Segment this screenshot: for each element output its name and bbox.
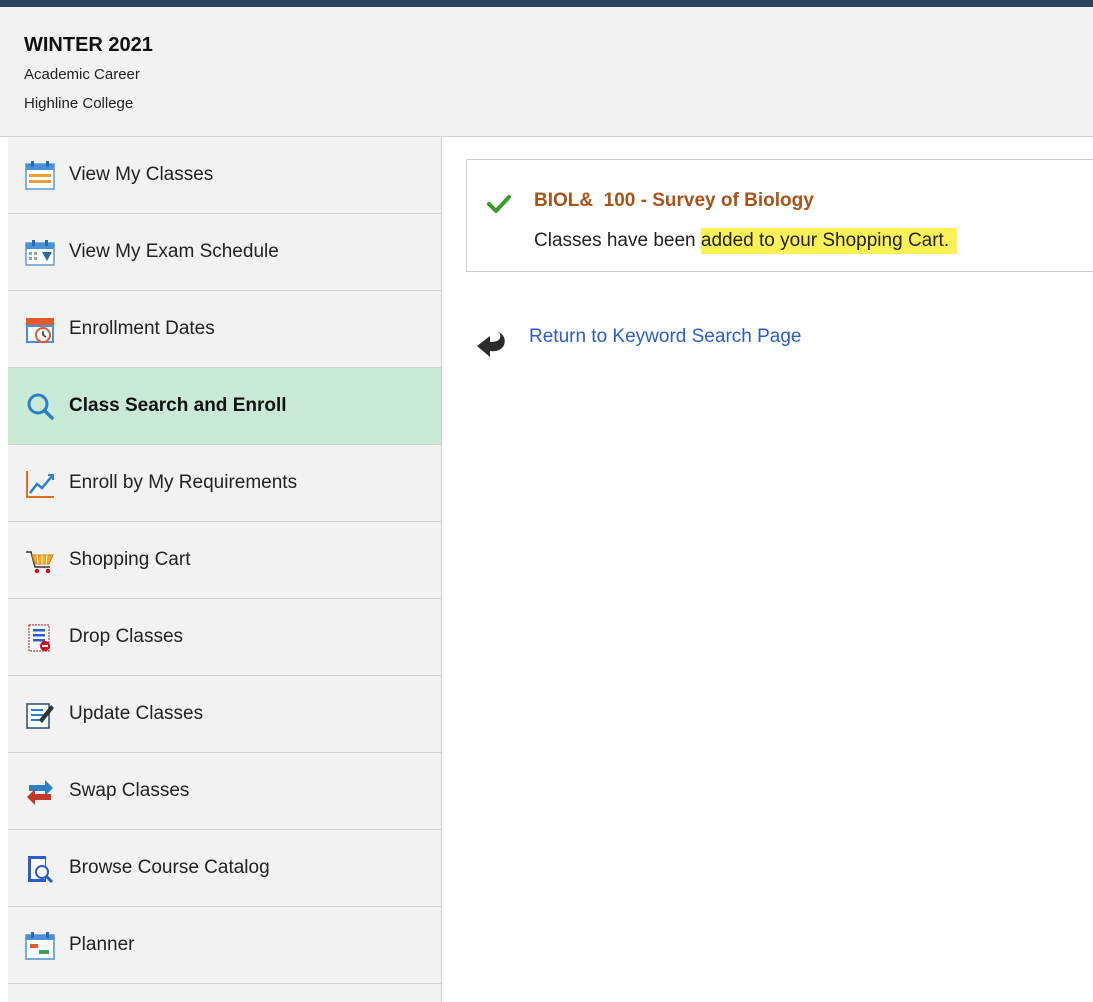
confirmation-text-prefix: Classes have been xyxy=(534,230,701,251)
term-title: WINTER 2021 xyxy=(24,34,153,56)
sidebar-item-planner[interactable]: Planner xyxy=(8,907,441,984)
calendar-clock-icon xyxy=(26,318,54,343)
sidebar-item-drop-classes[interactable]: Drop Classes xyxy=(8,599,441,676)
sidebar-item-class-search-and-enroll[interactable]: Class Search and Enroll xyxy=(8,368,441,445)
sidebar-item-shopping-cart[interactable]: Shopping Cart xyxy=(8,522,441,599)
search-icon xyxy=(27,393,54,420)
sidebar-item-view-my-classes[interactable]: View My Classes xyxy=(8,137,441,214)
sidebar-item-label: Swap Classes xyxy=(69,780,190,801)
course-title: BIOL& 100 - Survey of Biology xyxy=(534,190,814,211)
return-to-keyword-search-link[interactable]: Return to Keyword Search Page xyxy=(529,326,802,348)
sidebar-item-enroll-by-my-requirements[interactable]: Enroll by My Requirements xyxy=(8,445,441,522)
calendar-icon xyxy=(25,161,55,190)
sidebar-item-update-classes[interactable]: Update Classes xyxy=(8,676,441,753)
sidebar-item-label: Browse Course Catalog xyxy=(69,857,270,878)
confirmation-text: Classes have been added to your Shopping… xyxy=(534,228,958,254)
confirmation-text-highlight: added to your Shopping Cart. xyxy=(700,228,958,254)
main-content: BIOL& 100 - Survey of Biology Classes ha… xyxy=(443,137,1093,1002)
institution-label: Highline College xyxy=(24,95,134,112)
return-arrow-icon[interactable] xyxy=(474,328,510,360)
top-accent-bar xyxy=(0,0,1093,7)
sidebar-item-label: Enroll by My Requirements xyxy=(69,472,298,493)
swap-arrows-icon xyxy=(27,780,53,805)
academic-career-label: Academic Career xyxy=(24,66,140,83)
sidebar-item-view-my-exam-schedule[interactable]: View My Exam Schedule xyxy=(8,214,441,291)
exam-calendar-icon xyxy=(25,240,55,266)
sidebar-item-label: Planner xyxy=(69,934,135,955)
sidebar-item-label: Update Classes xyxy=(69,703,204,724)
sidebar-item-label: Drop Classes xyxy=(69,626,184,647)
planner-icon xyxy=(25,932,55,960)
sidebar-item-swap-classes[interactable]: Swap Classes xyxy=(8,753,441,830)
sidebar-item-enrollment-dates[interactable]: Enrollment Dates xyxy=(8,291,441,368)
sidebar-item-label: View My Classes xyxy=(69,164,214,185)
sidebar-item-label: Enrollment Dates xyxy=(69,318,215,339)
shopping-cart-icon xyxy=(26,551,54,574)
sidebar-nav: View My Classes View My Exam Schedule En… xyxy=(8,137,442,1002)
sidebar-item-label: View My Exam Schedule xyxy=(69,241,279,262)
drop-document-icon xyxy=(28,624,50,652)
catalog-search-icon xyxy=(28,856,54,884)
line-chart-icon xyxy=(26,471,54,498)
sidebar-item-label: Class Search and Enroll xyxy=(69,395,287,416)
sidebar-item-browse-course-catalog[interactable]: Browse Course Catalog xyxy=(8,830,441,907)
sidebar-item-label: Shopping Cart xyxy=(69,549,191,570)
career-header: WINTER 2021 Academic Career Highline Col… xyxy=(0,7,1093,137)
confirmation-message: BIOL& 100 - Survey of Biology Classes ha… xyxy=(466,159,1093,272)
checkmark-icon xyxy=(487,195,511,213)
edit-document-icon xyxy=(26,703,54,729)
